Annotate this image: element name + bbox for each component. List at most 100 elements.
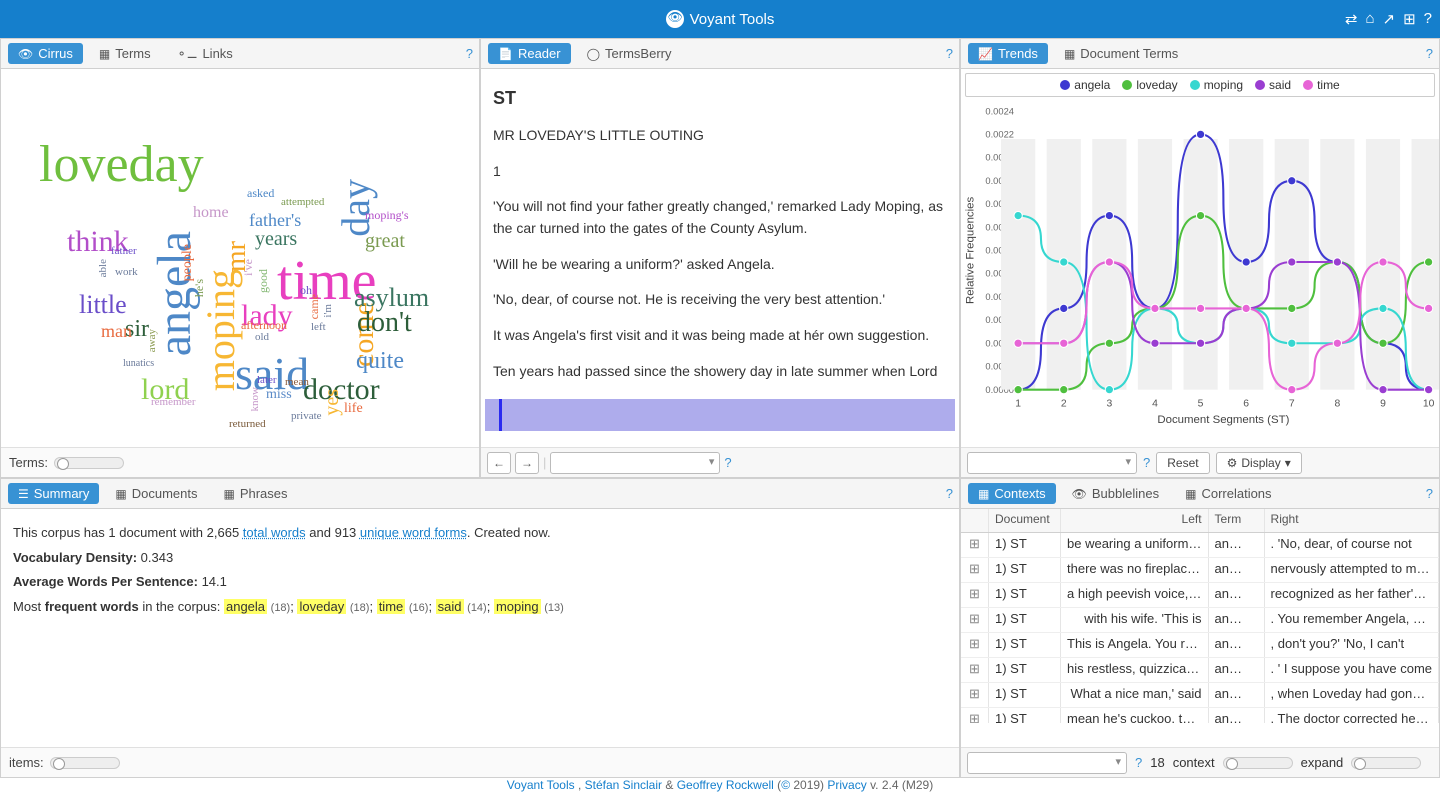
- tab-summary[interactable]: ☰Summary: [8, 483, 99, 504]
- cirrus-word-cloud[interactable]: lovedayangelatimesaidmopingdaydoctorcome…: [1, 69, 479, 447]
- tab-correlations[interactable]: ▦Correlations: [1175, 483, 1281, 504]
- cloud-word[interactable]: life: [344, 402, 363, 416]
- summary-help-icon[interactable]: ?: [946, 486, 953, 501]
- col-term[interactable]: Term: [1209, 509, 1265, 532]
- expand-slider[interactable]: [1351, 757, 1421, 769]
- cloud-word[interactable]: asked: [247, 187, 274, 199]
- cloud-word[interactable]: mean: [285, 377, 309, 388]
- reader-help-icon[interactable]: ?: [946, 46, 953, 61]
- legend-item[interactable]: moping: [1190, 78, 1243, 92]
- expand-icon[interactable]: ⊞: [961, 583, 989, 607]
- items-slider[interactable]: [50, 757, 120, 769]
- col-right[interactable]: Right: [1265, 509, 1439, 532]
- expand-icon[interactable]: ⊞: [961, 708, 989, 723]
- export-icon[interactable]: ↗: [1383, 10, 1396, 28]
- table-row[interactable]: ⊞ 1) ST What a nice man,' said an… , whe…: [961, 683, 1439, 708]
- cloud-word[interactable]: yes: [322, 389, 342, 416]
- cloud-word[interactable]: came: [308, 294, 320, 319]
- freq-word[interactable]: loveday: [297, 599, 346, 614]
- windows-icon[interactable]: ⊞: [1403, 10, 1416, 28]
- col-document[interactable]: Document: [989, 509, 1061, 532]
- cloud-word[interactable]: later: [257, 375, 277, 386]
- expand-icon[interactable]: ⊞: [961, 633, 989, 657]
- cloud-word[interactable]: away: [147, 329, 158, 352]
- trends-search-input[interactable]: [967, 452, 1137, 474]
- next-button[interactable]: →: [515, 452, 539, 474]
- cloud-word[interactable]: miss: [266, 388, 292, 402]
- cloud-word[interactable]: years: [255, 229, 297, 249]
- expand-icon[interactable]: ⊞: [961, 558, 989, 582]
- cloud-word[interactable]: he's: [193, 279, 205, 297]
- table-row[interactable]: ⊞ 1) ST This is Angela. You remember an……: [961, 633, 1439, 658]
- home-icon[interactable]: ⌂: [1365, 10, 1374, 28]
- cloud-word[interactable]: father's: [249, 211, 301, 229]
- tab-terms[interactable]: ▦Terms: [89, 43, 161, 64]
- reader-search-help-icon[interactable]: ?: [724, 455, 731, 470]
- expand-icon[interactable]: ⊞: [961, 533, 989, 557]
- reader-body[interactable]: STMR LOVEDAY'S LITTLE OUTING1'You will n…: [481, 69, 959, 447]
- table-row[interactable]: ⊞ 1) ST a high peevish voice, which an… …: [961, 583, 1439, 608]
- expand-icon[interactable]: ⊞: [961, 683, 989, 707]
- tab-trends[interactable]: 📈Trends: [968, 43, 1048, 64]
- trends-help-icon[interactable]: ?: [1426, 46, 1433, 61]
- context-slider[interactable]: [1223, 757, 1293, 769]
- tab-contexts[interactable]: ▦Contexts: [968, 483, 1056, 504]
- display-dropdown[interactable]: ⚙Display▾: [1216, 452, 1302, 474]
- tab-document-terms[interactable]: ▦Document Terms: [1054, 43, 1188, 64]
- cloud-word[interactable]: good: [257, 269, 269, 293]
- cloud-word[interactable]: left: [311, 322, 326, 333]
- tab-termsberry[interactable]: ◯TermsBerry: [577, 43, 682, 64]
- reader-search-input[interactable]: [550, 452, 720, 474]
- trends-search-help-icon[interactable]: ?: [1143, 455, 1150, 470]
- tab-cirrus[interactable]: 👁Cirrus: [8, 43, 83, 64]
- col-left[interactable]: Left: [1061, 509, 1209, 532]
- contexts-search-help-icon[interactable]: ?: [1135, 755, 1142, 770]
- legend-item[interactable]: loveday: [1122, 78, 1177, 92]
- contexts-search-input[interactable]: [967, 752, 1127, 774]
- table-row[interactable]: ⊞ 1) ST with his wife. 'This is an… . Yo…: [961, 608, 1439, 633]
- sinclair-link[interactable]: Stéfan Sinclair: [585, 778, 662, 792]
- cloud-word[interactable]: private: [291, 411, 322, 422]
- cloud-word[interactable]: man: [101, 322, 132, 340]
- privacy-link[interactable]: Privacy: [827, 778, 866, 792]
- freq-word[interactable]: moping: [494, 599, 541, 614]
- tab-reader[interactable]: 📄Reader: [488, 43, 571, 64]
- cloud-word[interactable]: afternoon: [241, 319, 287, 331]
- cloud-word[interactable]: attempted: [281, 197, 324, 208]
- table-row[interactable]: ⊞ 1) ST mean he's cuckoo, too?' said an……: [961, 708, 1439, 723]
- cloud-word[interactable]: people: [181, 244, 195, 281]
- cloud-word[interactable]: home: [193, 205, 229, 221]
- language-icon[interactable]: ⇄: [1345, 10, 1358, 28]
- cloud-word[interactable]: i'm: [323, 304, 334, 318]
- cloud-word[interactable]: know: [250, 387, 261, 411]
- table-row[interactable]: ⊞ 1) ST there was no fireplace; when an……: [961, 558, 1439, 583]
- legend-item[interactable]: said: [1255, 78, 1291, 92]
- terms-slider[interactable]: [54, 457, 124, 469]
- expand-icon[interactable]: ⊞: [961, 608, 989, 632]
- cloud-word[interactable]: don't: [357, 309, 412, 337]
- tab-bubblelines[interactable]: 👁Bubblelines: [1062, 483, 1169, 504]
- copy-link[interactable]: ©: [781, 778, 790, 792]
- freq-word[interactable]: time: [377, 599, 406, 614]
- expand-icon[interactable]: ⊞: [961, 658, 989, 682]
- reset-button[interactable]: Reset: [1156, 452, 1209, 474]
- cloud-word[interactable]: able: [98, 259, 109, 277]
- contexts-help-icon[interactable]: ?: [1426, 486, 1433, 501]
- cloud-word[interactable]: moping's: [365, 209, 409, 221]
- cloud-word[interactable]: father: [111, 246, 137, 257]
- total-words-link[interactable]: total words: [243, 525, 306, 540]
- cloud-word[interactable]: loveday: [39, 139, 204, 191]
- freq-word[interactable]: said: [436, 599, 464, 614]
- table-row[interactable]: ⊞ 1) ST be wearing a uniform?' asked an……: [961, 533, 1439, 558]
- cloud-word[interactable]: asylum: [354, 285, 429, 311]
- voyant-link[interactable]: Voyant Tools: [507, 778, 575, 792]
- reader-progress-bar[interactable]: [485, 399, 955, 431]
- trends-chart[interactable]: 0.00240.00220.00200.00180.00160.00140.00…: [961, 101, 1439, 431]
- cloud-word[interactable]: great: [365, 231, 405, 251]
- cloud-word[interactable]: quite: [356, 349, 404, 373]
- cirrus-help-icon[interactable]: ?: [466, 46, 473, 61]
- cloud-word[interactable]: i've: [242, 259, 254, 276]
- unique-words-link[interactable]: unique word forms: [360, 525, 467, 540]
- help-icon[interactable]: ?: [1424, 10, 1432, 28]
- tab-phrases[interactable]: ▦Phrases: [213, 483, 297, 504]
